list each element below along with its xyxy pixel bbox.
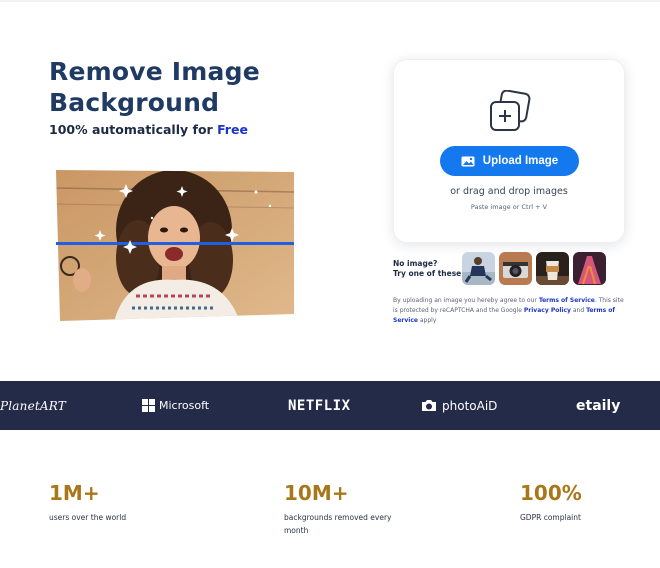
title-line-2: Background <box>49 88 220 117</box>
hero-demo-image <box>56 168 296 322</box>
sample-images-label: No image? Try one of these: <box>393 259 465 278</box>
subtitle-prefix: 100% automatically for <box>49 122 213 137</box>
upload-image-button[interactable]: Upload Image <box>440 146 579 176</box>
etaily-logo: etaily <box>576 397 621 414</box>
microsoft-icon <box>142 399 155 412</box>
camera-icon <box>422 400 436 411</box>
sample-thumbnail-camera[interactable] <box>499 252 532 285</box>
stat-gdpr: 100% GDPR complaint <box>520 480 630 524</box>
sample-thumbnail-coffee[interactable] <box>536 252 569 285</box>
stat-backgrounds: 10M+ backgrounds removed every month <box>284 480 394 537</box>
brand-logos-bar: PlanetART Microsoft NETFLIX photoAiD eta… <box>0 381 660 430</box>
image-icon <box>461 156 475 166</box>
stat-caption: GDPR complaint <box>520 513 581 522</box>
netflix-logo: NETFLIX <box>288 397 351 414</box>
upload-button-label: Upload Image <box>482 155 559 167</box>
stat-caption: users over the world <box>49 513 127 522</box>
top-divider <box>0 0 660 2</box>
microsoft-logo: Microsoft <box>142 381 209 430</box>
stat-value: 1M+ <box>49 481 100 505</box>
stat-caption: backgrounds removed every month <box>284 513 392 535</box>
sample-thumbnail-dress[interactable] <box>573 252 606 285</box>
stat-value: 100% <box>520 481 582 505</box>
photoaid-logo: photoAiD <box>421 381 497 430</box>
upload-dropzone[interactable]: Upload Image or drag and drop images Pas… <box>393 59 625 243</box>
legal-notice: By uploading an image you hereby agree t… <box>393 297 624 324</box>
title-line-1: Remove Image <box>49 57 260 86</box>
add-image-icon <box>487 89 533 136</box>
terms-of-service-link[interactable]: Terms of Service <box>539 297 595 304</box>
sample-thumbnail-person[interactable] <box>462 252 495 285</box>
stat-value: 10M+ <box>284 481 349 505</box>
privacy-policy-link[interactable]: Privacy Policy <box>524 307 571 314</box>
hero-subtitle: 100% automatically for Free <box>49 122 248 137</box>
planetart-logo: PlanetART <box>0 398 67 413</box>
stat-users: 1M+ users over the world <box>49 480 159 524</box>
paste-hint: Paste image or Ctrl + V <box>470 203 548 211</box>
page-title: Remove Image Background <box>49 56 260 118</box>
drag-drop-text: or drag and drop images <box>450 186 568 197</box>
subtitle-free: Free <box>217 122 248 137</box>
